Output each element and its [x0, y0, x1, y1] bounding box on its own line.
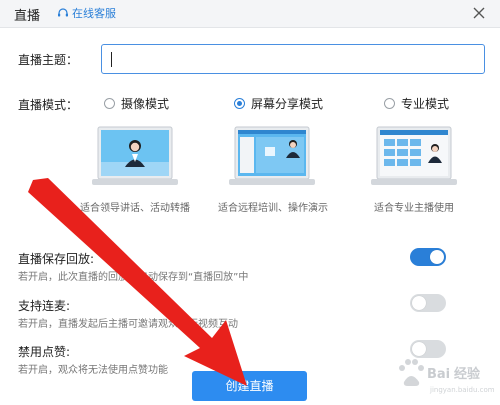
professional-mode-desc: 适合专业主播使用	[374, 203, 454, 214]
create-live-button[interactable]: 创建直播	[192, 371, 307, 401]
screen-share-mode-label: 屏幕分享模式	[251, 97, 324, 111]
professional-mode-radio[interactable]	[384, 98, 395, 109]
screen-share-mode-desc: 适合远程培训、操作演示	[218, 203, 328, 214]
svg-text:Bai: Bai	[427, 367, 450, 382]
text-caret	[111, 52, 112, 67]
toggle-knob	[430, 250, 444, 264]
camera-mode-illustration[interactable]	[92, 125, 178, 189]
svg-text:经验: 经验	[454, 366, 481, 382]
online-support-link[interactable]: 在线客服	[57, 5, 116, 21]
camera-mode-radio[interactable]	[104, 98, 115, 109]
svg-text:jingyan.baidu.com: jingyan.baidu.com	[429, 386, 495, 394]
save-playback-toggle[interactable]	[410, 248, 446, 266]
save-playback-title: 直播保存回放:	[18, 252, 95, 266]
title-bar: 直播 在线客服	[0, 0, 500, 28]
disable-likes-desc: 若开启，观众将无法使用点赞功能	[18, 365, 168, 376]
professional-mode-label: 专业模式	[401, 97, 450, 111]
co-host-toggle[interactable]	[410, 294, 446, 312]
professional-mode-illustration[interactable]	[371, 125, 457, 189]
camera-mode-desc: 适合领导讲话、活动转播	[80, 203, 190, 214]
headset-icon	[58, 8, 68, 17]
toggle-knob	[412, 296, 426, 310]
mode-option-camera[interactable]: 摄像模式	[104, 95, 169, 112]
window-title: 直播	[14, 9, 41, 24]
screen-share-mode-radio[interactable]	[234, 98, 245, 109]
camera-mode-label: 摄像模式	[121, 97, 170, 111]
save-playback-desc: 若开启，此次直播的回放将自动保存到“直播回放”中	[18, 272, 249, 283]
co-host-title: 支持连麦:	[18, 299, 71, 313]
mode-label: 直播模式：	[18, 98, 79, 112]
disable-likes-title: 禁用点赞:	[18, 345, 71, 359]
mode-option-professional[interactable]: 专业模式	[384, 95, 449, 112]
topic-label: 直播主题：	[18, 53, 79, 67]
close-icon[interactable]	[470, 4, 488, 22]
co-host-desc: 若开启，直播发起后主播可邀请观众进行视频互动	[18, 319, 238, 330]
online-support-label: 在线客服	[72, 7, 116, 20]
watermark-logo: Bai 经验 jingyan.baidu.com	[399, 359, 495, 394]
screen-share-illustration[interactable]	[229, 125, 315, 189]
mode-option-screen-share[interactable]: 屏幕分享模式	[234, 95, 323, 112]
topic-input[interactable]	[101, 44, 485, 74]
